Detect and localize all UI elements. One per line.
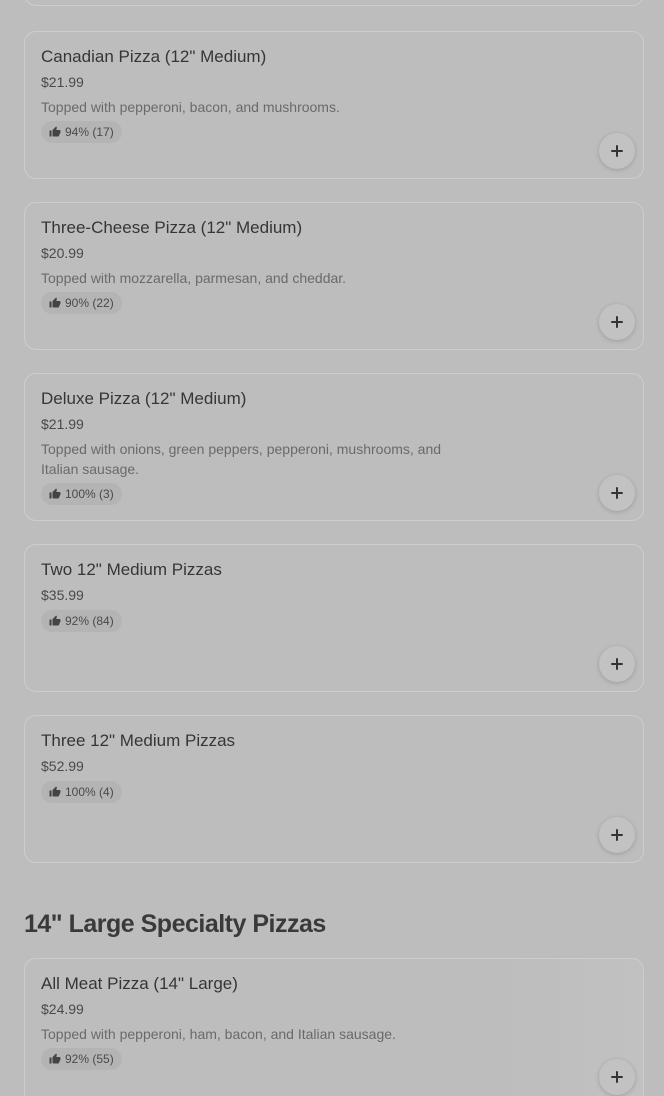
rating-badge: 90% (22)	[41, 292, 122, 314]
plus-icon	[611, 1071, 623, 1083]
rating-text: 100% (4)	[65, 785, 114, 799]
plus-icon	[611, 829, 623, 841]
item-price: $20.99	[41, 245, 84, 261]
rating-text: 92% (55)	[65, 1052, 114, 1066]
menu-item-card[interactable]: Three-Cheese Pizza (12" Medium) $20.99 T…	[24, 202, 644, 350]
item-title: All Meat Pizza (14" Large)	[41, 974, 238, 993]
item-price: $24.99	[41, 1001, 84, 1017]
item-description: Topped with pepperoni, ham, bacon, and I…	[41, 1026, 396, 1042]
thumbs-up-icon	[49, 297, 61, 308]
menu-item-card[interactable]: Canadian Pizza (12" Medium) $21.99 Toppe…	[24, 31, 644, 179]
item-title: Canadian Pizza (12" Medium)	[41, 47, 267, 66]
rating-text: 100% (3)	[65, 487, 114, 501]
item-title: Deluxe Pizza (12" Medium)	[41, 389, 247, 408]
previous-item-card[interactable]	[24, 0, 644, 6]
menu-item-card[interactable]: Two 12" Medium Pizzas $35.99 92% (84)	[24, 544, 644, 692]
menu-item-card[interactable]: Deluxe Pizza (12" Medium) $21.99 Topped …	[24, 373, 644, 521]
rating-text: 94% (17)	[65, 125, 114, 139]
menu-item-card[interactable]: Three 12" Medium Pizzas $52.99 100% (4)	[24, 715, 644, 863]
plus-icon	[611, 658, 623, 670]
rating-badge: 92% (55)	[41, 1048, 122, 1070]
rating-text: 90% (22)	[65, 296, 114, 310]
rating-badge: 100% (3)	[41, 483, 122, 505]
item-description: Topped with pepperoni, bacon, and mushro…	[41, 99, 340, 115]
thumbs-up-icon	[49, 615, 61, 626]
rating-badge: 92% (84)	[41, 610, 122, 632]
thumbs-up-icon	[49, 126, 61, 137]
add-item-button[interactable]	[599, 133, 635, 169]
rating-badge: 100% (4)	[41, 781, 122, 803]
item-price: $52.99	[41, 758, 84, 774]
thumbs-up-icon	[49, 786, 61, 797]
add-item-button[interactable]	[599, 304, 635, 340]
thumbs-up-icon	[49, 488, 61, 499]
menu-item-card[interactable]: All Meat Pizza (14" Large) $24.99 Topped…	[24, 958, 644, 1096]
add-item-button[interactable]	[599, 817, 635, 853]
add-item-button[interactable]	[599, 646, 635, 682]
plus-icon	[611, 145, 623, 157]
item-title: Three 12" Medium Pizzas	[41, 731, 236, 750]
item-price: $21.99	[41, 74, 84, 90]
rating-badge: 94% (17)	[41, 121, 122, 143]
item-price: $35.99	[41, 587, 84, 603]
thumbs-up-icon	[49, 1053, 61, 1064]
item-title: Three-Cheese Pizza (12" Medium)	[41, 218, 303, 237]
plus-icon	[611, 487, 623, 499]
rating-text: 92% (84)	[65, 614, 114, 628]
add-item-button[interactable]	[599, 475, 635, 511]
item-price: $21.99	[41, 416, 84, 432]
item-description: Topped with mozzarella, parmesan, and ch…	[41, 270, 347, 286]
add-item-button[interactable]	[599, 1059, 635, 1095]
item-description: Topped with onions, green peppers, peppe…	[41, 441, 442, 477]
section-heading: 14" Large Specialty Pizzas	[24, 910, 326, 938]
plus-icon	[611, 316, 623, 328]
item-title: Two 12" Medium Pizzas	[41, 560, 222, 579]
